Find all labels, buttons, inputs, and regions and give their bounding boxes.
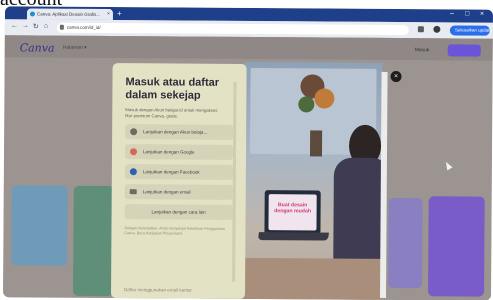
login-modal: Masuk atau daftar dalam sekejap Masuk de… bbox=[110, 63, 247, 299]
mouse-cursor-icon bbox=[443, 160, 453, 171]
nav-halaman-link[interactable]: Halaman ▾ bbox=[63, 45, 87, 51]
option-label: Lanjutkan dengan cara lain bbox=[151, 209, 206, 215]
site-header: Canva Halaman ▾ Masuk bbox=[4, 35, 493, 61]
laptop-screen-text: Buat desain dengan mudah bbox=[268, 194, 317, 231]
person-body bbox=[333, 157, 383, 268]
laptop-base bbox=[257, 232, 330, 241]
new-tab-button[interactable]: + bbox=[117, 9, 126, 18]
page-scrollbar[interactable] bbox=[379, 71, 388, 298]
login-other-button[interactable]: Lanjutkan dengan cara lain bbox=[124, 204, 233, 220]
terms-text: Dengan melanjutkan, Anda menyetujui Kete… bbox=[124, 226, 225, 236]
profile-button[interactable]: Selesaikan update bbox=[449, 25, 492, 36]
template-card[interactable] bbox=[388, 197, 423, 289]
modal-subtitle: Masuk dengan Akun belajar.id untuk menga… bbox=[125, 107, 218, 119]
template-card[interactable] bbox=[428, 196, 485, 297]
email-icon bbox=[129, 189, 137, 195]
home-icon[interactable]: ⌂ bbox=[44, 23, 48, 30]
reload-icon[interactable]: ↻ bbox=[33, 22, 39, 30]
canva-page: Canva Halaman ▾ Masuk Buat desain dengan… bbox=[2, 35, 493, 300]
canva-logo[interactable]: Canva bbox=[20, 41, 55, 54]
close-dialog-button[interactable]: × bbox=[390, 70, 402, 83]
login-email-button[interactable]: Lanjutkan dengan email bbox=[124, 184, 233, 200]
option-label: Lanjutkan dengan Facebook bbox=[142, 169, 200, 175]
login-google-button[interactable]: Lanjutkan dengan Google bbox=[124, 144, 234, 160]
canva-favicon-icon bbox=[29, 11, 35, 17]
close-window-button[interactable]: × bbox=[480, 11, 484, 18]
extension-icon[interactable] bbox=[417, 25, 425, 33]
login-belajar-id-button[interactable]: Lanjutkan dengan Akun belaja... bbox=[125, 124, 234, 140]
desk bbox=[242, 257, 382, 300]
facebook-icon bbox=[129, 168, 137, 176]
login-facebook-button[interactable]: Lanjutkan dengan Facebook bbox=[124, 164, 233, 180]
tab-title: Canva: Aplikasi Desain Grafis... bbox=[36, 11, 101, 17]
lock-icon bbox=[59, 24, 64, 30]
address-bar-url: canva.com/id_id/ bbox=[66, 24, 101, 30]
plant-decoration bbox=[298, 74, 335, 157]
option-label: Lanjutkan dengan Akun belaja... bbox=[143, 129, 208, 135]
profile-avatar-icon[interactable] bbox=[433, 25, 441, 33]
maximize-button[interactable]: □ bbox=[465, 11, 469, 18]
forward-icon[interactable]: → bbox=[22, 22, 29, 29]
signup-button[interactable] bbox=[447, 44, 481, 57]
minimize-button[interactable]: – bbox=[450, 10, 454, 17]
google-icon bbox=[129, 148, 138, 156]
tab-close-icon[interactable]: × bbox=[107, 11, 110, 17]
graduation-cap-icon bbox=[130, 128, 138, 136]
screen-photo: Canva: Aplikasi Desain Grafis... × + – □… bbox=[2, 6, 493, 300]
template-card[interactable] bbox=[73, 185, 114, 297]
header-login-link[interactable]: Masuk bbox=[415, 47, 430, 53]
back-icon[interactable]: ← bbox=[11, 22, 18, 29]
laptop: Buat desain dengan mudah bbox=[264, 190, 321, 235]
browser-tab[interactable]: Canva: Aplikasi Desain Grafis... × bbox=[26, 8, 114, 21]
template-card[interactable] bbox=[11, 185, 68, 266]
hero-photo: Buat desain dengan mudah bbox=[242, 61, 383, 300]
option-label: Lanjutkan dengan Google bbox=[142, 149, 195, 155]
address-bar[interactable]: canva.com/id_id/ bbox=[56, 22, 409, 36]
modal-title: Masuk atau daftar dalam sekejap bbox=[125, 76, 220, 102]
work-email-link[interactable]: Daftar menggunakan email kantor bbox=[124, 287, 192, 292]
option-label: Lanjutkan dengan email bbox=[142, 189, 191, 195]
